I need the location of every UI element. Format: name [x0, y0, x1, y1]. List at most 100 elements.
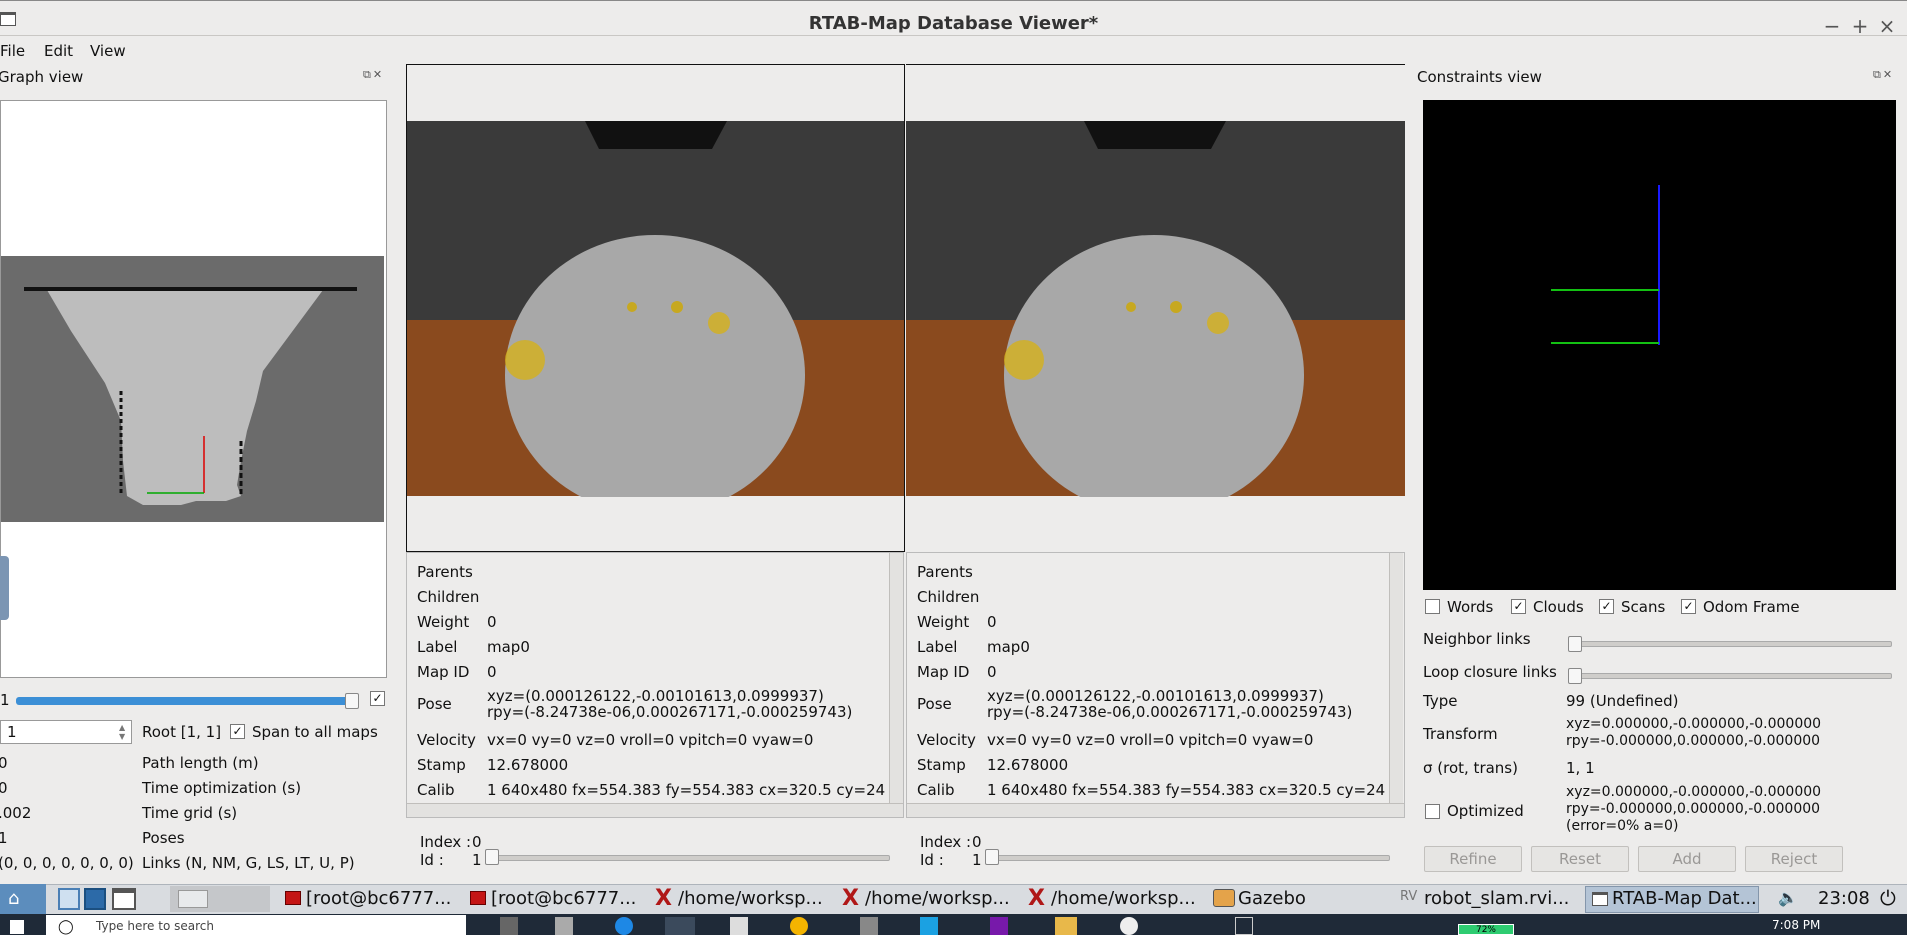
files-icon[interactable] — [58, 888, 80, 910]
app-icon[interactable] — [500, 917, 518, 935]
info-row: Stamp 12.678000 — [917, 756, 1069, 774]
battery-percent: 72% — [1475, 925, 1496, 935]
task-rviz[interactable]: robot_slam.rvi... — [1424, 887, 1569, 911]
constraints-dock-buttons[interactable]: ⧉✕ — [1873, 68, 1894, 82]
menu-edit[interactable]: Edit — [40, 38, 77, 64]
graph-slider[interactable] — [16, 697, 356, 705]
odom-frame-checkbox[interactable]: ✓ — [1681, 599, 1696, 614]
graph-dock-buttons[interactable]: ⧉✕ — [363, 68, 384, 82]
app-icon[interactable] — [1120, 917, 1138, 935]
battery-indicator[interactable]: 72% — [1458, 924, 1514, 935]
optimized-checkbox[interactable] — [1425, 804, 1440, 819]
sigma-value: 1, 1 — [1566, 759, 1595, 777]
scroll-tab[interactable] — [0, 556, 9, 620]
stat-value: 0 — [0, 779, 8, 797]
words-checkbox[interactable] — [1425, 599, 1440, 614]
stat-value: 1 — [0, 829, 8, 847]
root-spinbox[interactable]: 1 ▲ ▼ — [0, 720, 132, 744]
camera-image-left — [407, 121, 904, 557]
task-editor-1[interactable]: /home/worksp... — [678, 887, 823, 911]
workspace-switcher[interactable] — [170, 886, 270, 912]
window-icon[interactable] — [112, 888, 136, 910]
menu-view[interactable]: View — [86, 38, 130, 64]
reject-button[interactable]: Reject — [1745, 846, 1843, 872]
task-editor-3[interactable]: /home/worksp... — [1051, 887, 1196, 911]
odom-frame-label: Odom Frame — [1703, 598, 1800, 616]
app-icon[interactable] — [1235, 917, 1253, 935]
task-gazebo[interactable]: Gazebo — [1238, 887, 1306, 911]
app-icon[interactable] — [790, 917, 808, 935]
desktop-icon[interactable] — [84, 888, 106, 910]
graph-slider-handle[interactable] — [345, 693, 359, 709]
scans-checkbox[interactable]: ✓ — [1599, 599, 1614, 614]
close-button[interactable]: × — [1875, 14, 1899, 38]
graph-slider-value: 1 — [0, 691, 10, 709]
task-editor-2[interactable]: /home/worksp... — [865, 887, 1010, 911]
index-value-left: 0 — [472, 833, 482, 851]
reset-button[interactable]: Reset — [1531, 846, 1629, 872]
taskbar-clock: 23:08 — [1818, 888, 1870, 909]
stat-label: Poses — [142, 829, 185, 847]
app-icon[interactable] — [920, 917, 938, 935]
node-info-left: Parents Children Weight 0 Label map0 Map I… — [406, 552, 904, 818]
index-slider-right[interactable] — [985, 855, 1390, 861]
power-icon[interactable]: ⏻ — [1880, 886, 1896, 910]
info-row: Calib 1 640x480 fx=554.383 fy=554.383 cx=… — [917, 781, 1386, 799]
info-hscrollbar[interactable] — [407, 803, 903, 817]
app-icon[interactable] — [860, 917, 878, 935]
spin-arrows-icon[interactable]: ▲ ▼ — [119, 723, 125, 741]
graph-canvas[interactable] — [0, 100, 387, 678]
loop-links-slider[interactable] — [1570, 673, 1892, 679]
volume-icon[interactable]: 🔈 — [1778, 888, 1798, 907]
task-terminal-2[interactable]: [root@bc6777... — [491, 887, 636, 911]
index-slider-left[interactable] — [485, 855, 890, 861]
start-menu-icon[interactable]: ⌂ — [0, 884, 46, 914]
id-value-left: 1 — [472, 851, 482, 869]
constraints-graph — [1551, 185, 1660, 345]
constraints-canvas[interactable] — [1423, 100, 1896, 590]
task-terminal-1[interactable]: [root@bc6777... — [306, 887, 451, 911]
transform-label: Transform — [1423, 725, 1498, 743]
app-icon[interactable] — [990, 917, 1008, 935]
info-scrollbar[interactable] — [1389, 553, 1403, 803]
rviz-icon: RV — [1400, 889, 1418, 904]
add-button[interactable]: Add — [1638, 846, 1736, 872]
app-icon[interactable] — [555, 917, 573, 935]
stat-label: Links (N, NM, G, LS, LT, U, P) — [142, 854, 355, 872]
workspace-1[interactable] — [178, 890, 208, 908]
span-all-maps-label: Span to all maps — [252, 723, 378, 741]
scans-label: Scans — [1621, 598, 1666, 616]
info-hscrollbar[interactable] — [907, 803, 1404, 817]
window-icon — [1592, 892, 1608, 906]
transform-xyz: xyz=0.000000,-0.000000,-0.000000 — [1566, 716, 1822, 732]
neighbor-links-slider[interactable] — [1570, 641, 1892, 647]
span-all-maps-checkbox[interactable]: ✓ — [230, 724, 245, 739]
maximize-button[interactable]: + — [1848, 14, 1872, 38]
index-slider-handle-right[interactable] — [985, 849, 999, 865]
info-row: Stamp 12.678000 — [417, 756, 569, 774]
clouds-checkbox[interactable]: ✓ — [1511, 599, 1526, 614]
neighbor-links-handle[interactable] — [1568, 636, 1582, 652]
host-search-box[interactable]: ◯ Type here to search — [46, 915, 466, 935]
info-scrollbar[interactable] — [889, 553, 903, 803]
constraints-checks: Words ✓ Clouds ✓ Scans ✓ Odom Frame — [1423, 597, 1896, 619]
task-rtabmap-active[interactable]: RTAB-Map Dat... — [1585, 886, 1759, 913]
editor-icon: X — [1028, 886, 1045, 911]
info-row: Pose xyz=(0.000126122,-0.00101613,0.09999… — [417, 687, 853, 721]
app-icon[interactable] — [665, 917, 695, 935]
menu-bar: File Edit View — [0, 38, 1907, 64]
info-row: Label map0 — [917, 638, 1030, 656]
graph-slider-checkbox[interactable]: ✓ — [370, 691, 385, 706]
image-view-right[interactable] — [906, 64, 1405, 557]
stat-label: Path length (m) — [142, 754, 259, 772]
app-icon[interactable] — [1055, 917, 1077, 935]
refine-button[interactable]: Refine — [1424, 846, 1522, 872]
index-slider-handle-left[interactable] — [485, 849, 499, 865]
app-icon[interactable] — [615, 917, 633, 935]
image-view-left[interactable] — [406, 64, 905, 557]
app-icon[interactable] — [730, 917, 748, 935]
windows-start-icon[interactable] — [10, 920, 24, 934]
loop-links-handle[interactable] — [1568, 668, 1582, 684]
minimize-button[interactable]: − — [1820, 14, 1844, 38]
menu-file[interactable]: File — [0, 38, 29, 64]
